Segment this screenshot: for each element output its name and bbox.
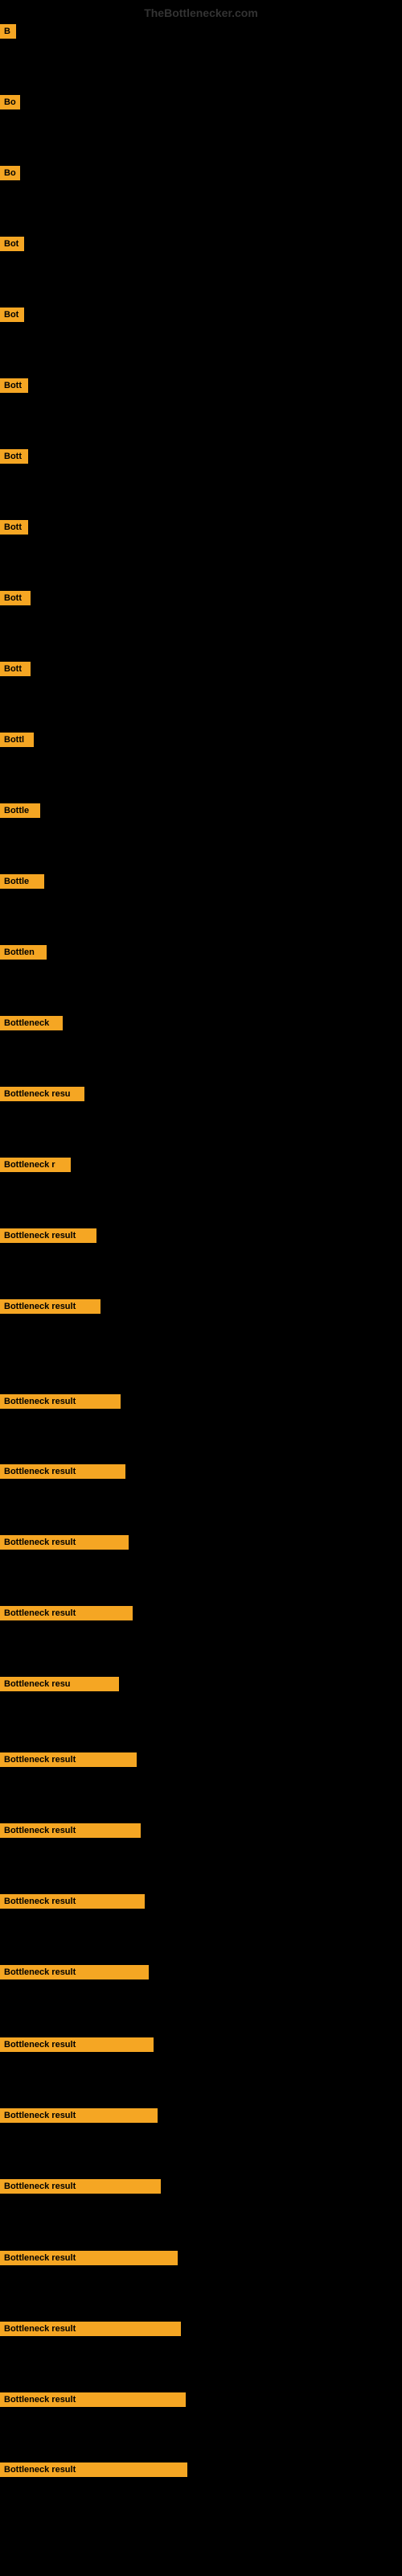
bottleneck-label-21: Bottleneck result (0, 1464, 125, 1479)
bottleneck-label-26: Bottleneck result (0, 1823, 141, 1838)
bottleneck-label-14: Bottlen (0, 945, 47, 960)
bottleneck-label-27: Bottleneck result (0, 1894, 145, 1909)
bottleneck-label-10: Bott (0, 662, 31, 676)
bottleneck-label-29: Bottleneck result (0, 2037, 154, 2052)
bottleneck-label-4: Bot (0, 237, 24, 251)
bottleneck-label-13: Bottle (0, 874, 44, 889)
bottleneck-label-24: Bottleneck resu (0, 1677, 119, 1691)
site-title: TheBottlenecker.com (144, 6, 258, 19)
bottleneck-label-17: Bottleneck r (0, 1158, 71, 1172)
bottleneck-label-28: Bottleneck result (0, 1965, 149, 1979)
bottleneck-label-18: Bottleneck result (0, 1228, 96, 1243)
bottleneck-label-8: Bott (0, 520, 28, 535)
bottleneck-label-23: Bottleneck result (0, 1606, 133, 1620)
bottleneck-label-6: Bott (0, 378, 28, 393)
bottleneck-label-34: Bottleneck result (0, 2392, 186, 2407)
bottleneck-label-32: Bottleneck result (0, 2251, 178, 2265)
bottleneck-label-11: Bottl (0, 733, 34, 747)
bottleneck-label-5: Bot (0, 308, 24, 322)
bottleneck-label-22: Bottleneck result (0, 1535, 129, 1550)
bottleneck-label-30: Bottleneck result (0, 2108, 158, 2123)
bottleneck-label-35: Bottleneck result (0, 2462, 187, 2477)
bottleneck-label-19: Bottleneck result (0, 1299, 100, 1314)
bottleneck-label-1: B (0, 24, 16, 39)
bottleneck-label-33: Bottleneck result (0, 2322, 181, 2336)
bottleneck-label-12: Bottle (0, 803, 40, 818)
bottleneck-label-15: Bottleneck (0, 1016, 63, 1030)
bottleneck-label-7: Bott (0, 449, 28, 464)
bottleneck-label-2: Bo (0, 95, 20, 109)
bottleneck-label-3: Bo (0, 166, 20, 180)
bottleneck-label-31: Bottleneck result (0, 2179, 161, 2194)
bottleneck-label-20: Bottleneck result (0, 1394, 121, 1409)
bottleneck-label-9: Bott (0, 591, 31, 605)
bottleneck-label-16: Bottleneck resu (0, 1087, 84, 1101)
bottleneck-label-25: Bottleneck result (0, 1752, 137, 1767)
